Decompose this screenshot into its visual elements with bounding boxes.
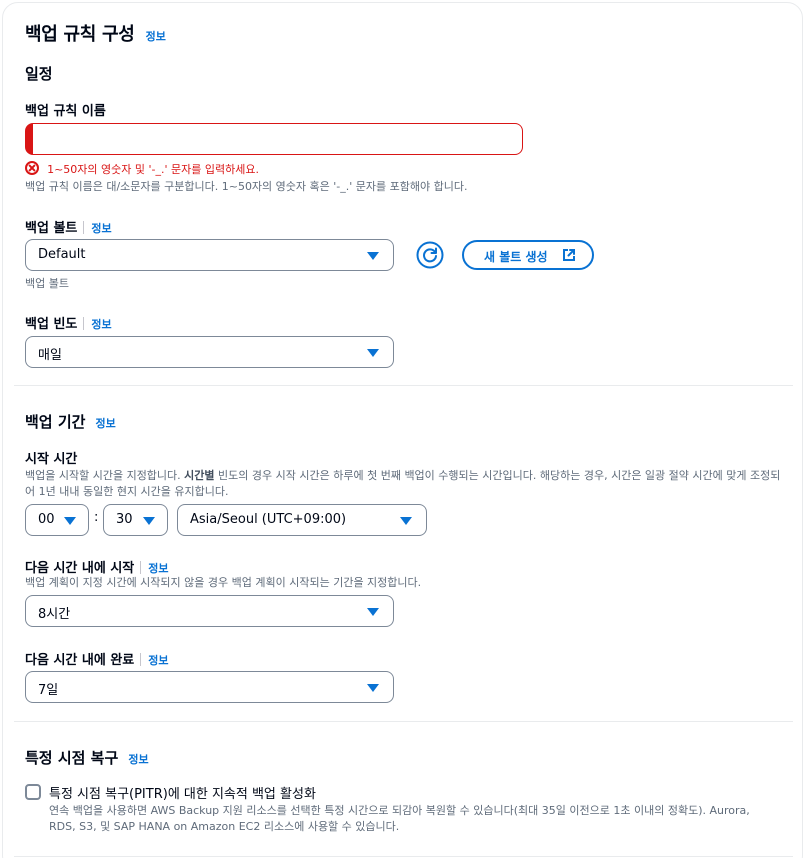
vault-label-row: 백업 볼트 정보 [25,217,112,236]
frequency-label-row: 백업 빈도 정보 [25,313,112,332]
start-within-select-value: 8시간 [38,607,71,622]
chevron-down-icon [367,349,379,357]
create-vault-label: 새 볼트 생성 [484,250,548,264]
time-separator: : [94,510,99,525]
frequency-info-link[interactable]: 정보 [91,318,111,331]
timezone-select[interactable]: Asia/Seoul (UTC+09:00) [177,504,427,536]
page-title: 백업 규칙 구성 [25,24,135,45]
pitr-checkbox[interactable] [25,784,41,800]
chevron-down-icon [367,684,379,692]
section-divider [14,856,793,857]
header-info-link[interactable]: 정보 [146,30,166,43]
start-within-info-link[interactable]: 정보 [148,562,168,575]
rule-name-hint: 백업 규칙 이름은 대/소문자를 구분합니다. 1~50자의 영숫자 혹은 '-… [25,180,468,193]
complete-within-select-value: 7일 [38,683,59,698]
chevron-down-icon [400,517,412,525]
minute-select[interactable]: 30 [103,504,168,536]
pitr-info-link[interactable]: 정보 [128,753,148,766]
frequency-select[interactable]: 매일 [25,336,394,368]
start-within-select[interactable]: 8시간 [25,595,394,627]
rule-name-input[interactable] [25,123,523,155]
vault-select-value: Default [38,247,86,262]
rule-name-error: 1~50자의 영숫자 및 '-_.' 문자를 입력하세요. [25,158,259,177]
start-time-desc-bold: 시간별 [184,469,215,482]
chevron-down-icon [367,252,379,260]
complete-within-info-link[interactable]: 정보 [148,654,168,667]
minute-select-value: 30 [116,512,133,527]
timezone-select-value: Asia/Seoul (UTC+09:00) [190,512,347,527]
rule-name-label: 백업 규칙 이름 [25,104,106,119]
schedule-title: 일정 [25,65,53,83]
chevron-down-icon [143,517,155,525]
chevron-down-icon [367,608,379,616]
external-link-icon [563,249,575,261]
start-time-desc-part: 백업을 시작할 시간을 지정합니다. [25,469,185,482]
chevron-down-icon [64,517,76,525]
pitr-header: 특정 시점 복구 정보 [25,747,149,768]
error-icon [25,161,39,175]
window-info-link[interactable]: 정보 [96,417,116,430]
start-within-label: 다음 시간 내에 시작 [25,561,135,576]
divider [140,561,142,574]
refresh-button[interactable] [416,241,444,269]
panel-header: 백업 규칙 구성 정보 [25,20,166,46]
start-time-desc: 백업을 시작할 시간을 지정합니다. 시간별 빈도의 경우 시작 시간은 하루에… [25,468,785,500]
error-message: 1~50자의 영숫자 및 '-_.' 문자를 입력하세요. [47,163,259,176]
frequency-select-value: 매일 [38,348,62,363]
vault-info-link[interactable]: 정보 [91,222,111,235]
window-title: 백업 기간 [25,413,86,431]
start-within-label-row: 다음 시간 내에 시작 정보 [25,557,169,576]
vault-label: 백업 볼트 [25,221,78,236]
window-header: 백업 기간 정보 [25,411,116,432]
refresh-icon [416,241,444,269]
frequency-label: 백업 빈도 [25,317,78,332]
vault-select[interactable]: Default [25,239,394,271]
pitr-checkbox-label[interactable]: 특정 시점 복구(PITR)에 대한 지속적 백업 활성화 [49,783,316,802]
start-time-label: 시작 시간 [25,452,78,467]
vault-hint: 백업 볼트 [25,277,69,290]
complete-within-label: 다음 시간 내에 완료 [25,653,135,668]
start-within-desc: 백업 계획이 지정 시간에 시작되지 않을 경우 백업 계획이 시작되는 기간을… [25,576,422,589]
pitr-title: 특정 시점 복구 [25,749,119,767]
complete-within-label-row: 다음 시간 내에 완료 정보 [25,649,169,668]
section-divider [14,385,793,386]
divider [140,653,142,666]
divider [83,221,85,234]
create-vault-button[interactable]: 새 볼트 생성 [462,240,594,270]
section-divider [14,721,793,722]
pitr-desc: 연속 백업을 사용하면 AWS Backup 지원 리소스를 선택한 특정 시간… [49,804,750,833]
hour-select[interactable]: 00 [25,504,89,536]
hour-select-value: 00 [38,512,55,527]
divider [83,317,85,330]
complete-within-select[interactable]: 7일 [25,671,394,703]
